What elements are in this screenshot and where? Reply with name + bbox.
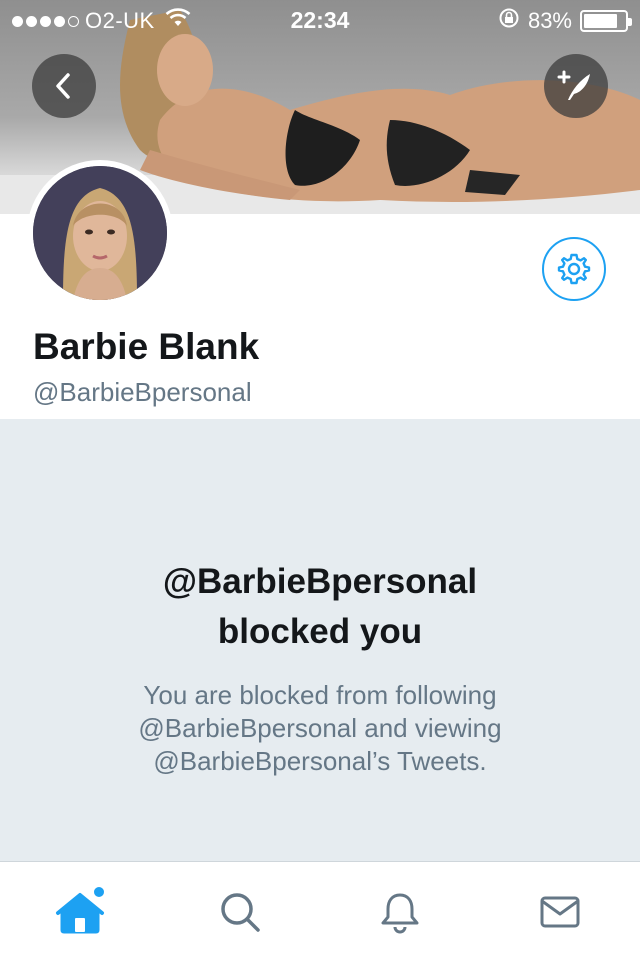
blocked-message-line: @BarbieBpersonal and viewing bbox=[138, 713, 502, 743]
blocked-message-line: You are blocked from following bbox=[143, 680, 497, 710]
blocked-message-line: @BarbieBpersonal’s Tweets. bbox=[153, 746, 487, 776]
compose-tweet-icon bbox=[557, 70, 590, 100]
settings-button[interactable] bbox=[542, 237, 606, 301]
tab-messages[interactable] bbox=[530, 882, 590, 942]
profile-display-name: Barbie Blank bbox=[33, 326, 260, 367]
blocked-title-text: blocked you bbox=[217, 612, 423, 651]
blocked-title-handle: @BarbieBpersonal bbox=[162, 562, 478, 601]
home-icon bbox=[56, 887, 104, 934]
status-bar: O2-UK 22:34 83% bbox=[0, 0, 640, 40]
blocked-message: You are blocked from following @BarbieBp… bbox=[60, 679, 580, 778]
blocked-title: @BarbieBpersonal blocked you bbox=[40, 557, 600, 657]
search-icon bbox=[221, 893, 260, 932]
rotation-lock-icon bbox=[498, 7, 520, 35]
gear-icon bbox=[557, 253, 591, 285]
avatar-photo bbox=[33, 166, 167, 300]
battery-icon bbox=[580, 10, 632, 32]
battery-percent: 83% bbox=[527, 8, 572, 33]
tab-home[interactable] bbox=[50, 882, 110, 942]
tab-search[interactable] bbox=[210, 882, 270, 942]
mail-icon bbox=[540, 896, 580, 928]
chevron-left-icon bbox=[56, 73, 70, 99]
back-button[interactable] bbox=[32, 54, 96, 118]
bell-icon bbox=[381, 893, 419, 934]
profile-handle: @BarbieBpersonal bbox=[33, 377, 252, 407]
tab-notifications[interactable] bbox=[370, 882, 430, 942]
avatar[interactable] bbox=[27, 160, 173, 306]
blocked-notice: @BarbieBpersonal blocked you You are blo… bbox=[0, 419, 640, 861]
compose-tweet-button[interactable] bbox=[544, 54, 608, 118]
profile-screen: O2-UK 22:34 83% Barbie Blank @BarbieBper… bbox=[0, 0, 640, 960]
tab-bar bbox=[0, 861, 640, 960]
